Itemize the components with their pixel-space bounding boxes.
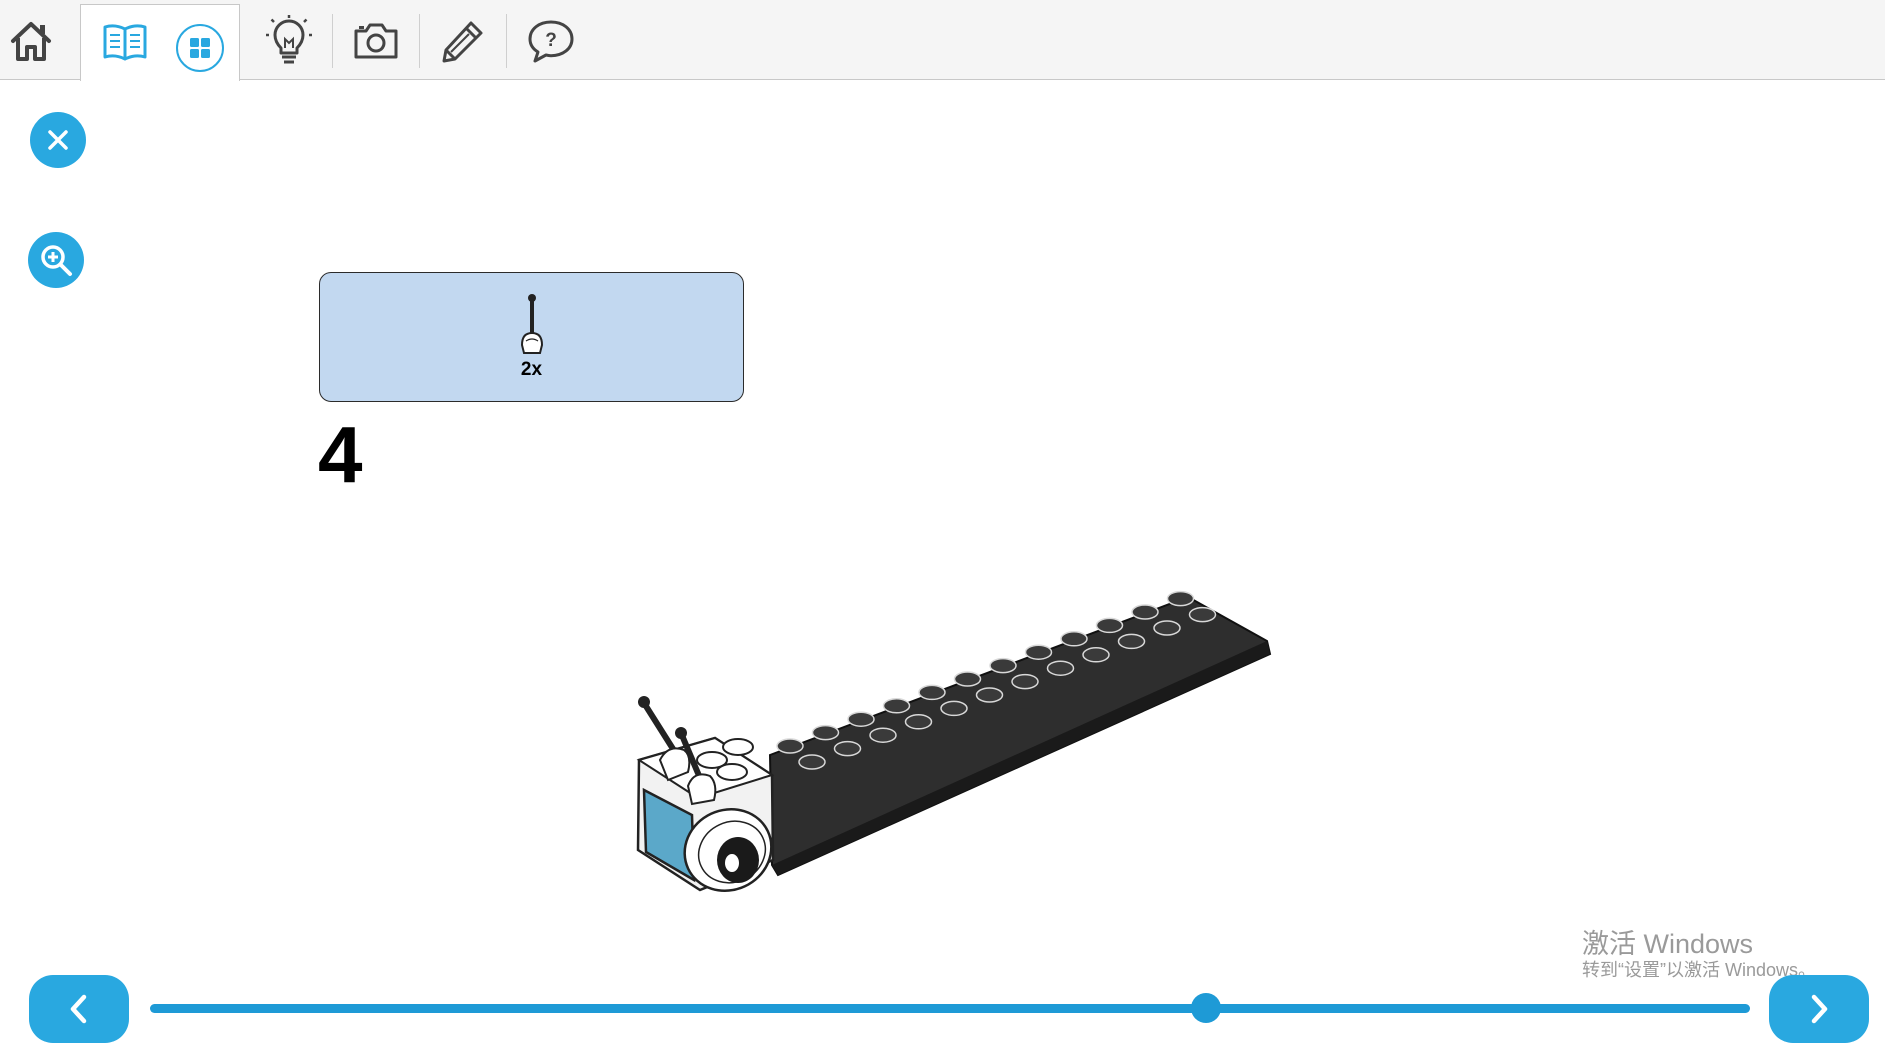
toolbar-separator [419,14,420,68]
plate-stud [1166,590,1195,607]
step-number: 4 [318,410,363,499]
plate-stud [1082,647,1110,663]
plate-stud [1095,617,1124,634]
plate-stud [798,754,826,770]
plate-stud [776,738,804,754]
overview-grid-button[interactable] [176,24,224,72]
plate-stud [1011,673,1039,690]
top-toolbar: ? [0,0,1885,81]
notes-button[interactable] [432,10,494,72]
svg-text:?: ? [545,30,557,51]
plate-stud [1131,604,1159,620]
plate-stud [940,700,968,717]
plate-stud [1024,644,1053,660]
instructions-button[interactable] [94,10,156,72]
book-icon [103,24,147,61]
help-icon: ? [528,20,574,63]
model-illustration [636,590,1272,892]
home-button[interactable] [0,10,62,72]
zoom-in-icon [41,245,72,276]
camera-icon [354,23,398,59]
plate-stud [1046,660,1075,676]
home-icon [11,22,51,61]
plate-stud [1060,631,1088,647]
parts-callout: 2x [319,272,744,402]
previous-step-button[interactable] [29,975,129,1043]
step-progress-thumb[interactable] [1191,993,1221,1023]
zoom-in-button[interactable] [28,232,84,288]
plate-stud [918,684,946,701]
close-button[interactable] [30,112,86,168]
parts-quantity: 2x [520,359,543,380]
plate-stud [847,711,875,727]
plate-stud [953,671,982,687]
close-icon [48,130,68,150]
plate-stud [975,687,1004,703]
step-progress-slider[interactable] [150,1004,1750,1013]
help-button[interactable]: ? [520,10,582,72]
plate-stud [882,698,911,714]
plate-stud [833,740,862,757]
pencil-icon [442,21,483,63]
next-step-button[interactable] [1769,975,1869,1043]
chevron-right-icon [1811,994,1828,1024]
plate-stud [869,727,897,743]
toolbar-separator [332,14,333,68]
plate-stud [904,714,933,730]
camera-button[interactable] [345,10,407,72]
plate-stud [811,724,840,741]
plate-stud [1117,633,1146,650]
plate-stud [989,657,1017,674]
ideas-button[interactable] [258,10,320,72]
antenna-part-image [520,294,544,354]
toolbar-separator [506,14,507,68]
plate-stud [1153,620,1181,636]
chevron-left-icon [70,994,87,1024]
grid-icon [190,38,210,58]
plate-stud [1188,606,1217,623]
lightbulb-icon [266,15,312,64]
